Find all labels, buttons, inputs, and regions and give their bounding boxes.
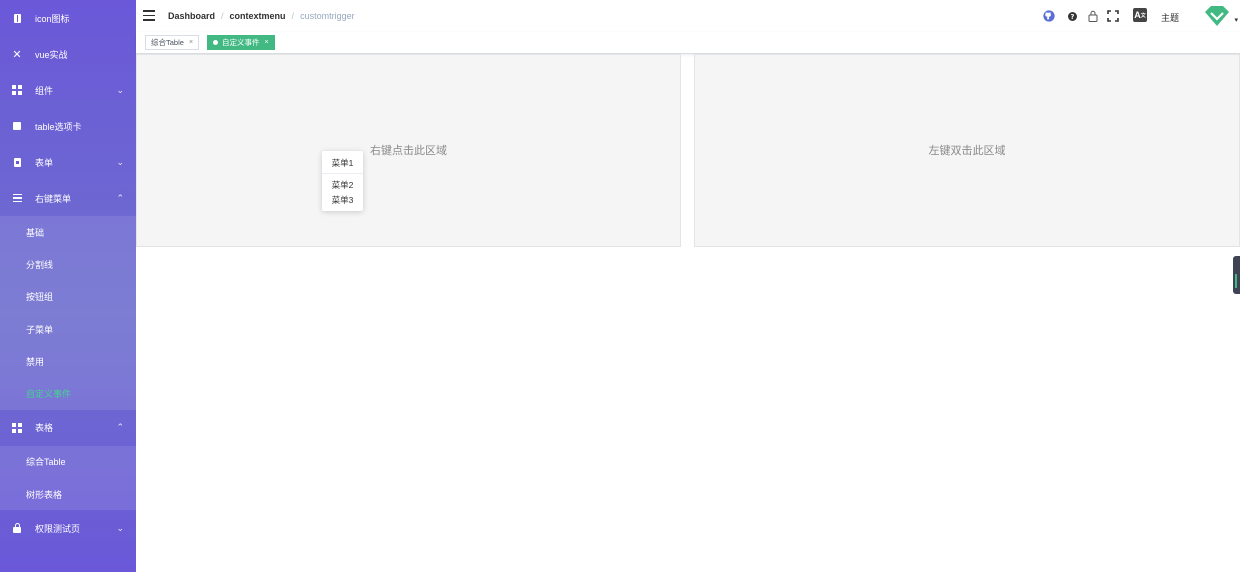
sidebar-item-label: 右键菜单 (35, 193, 72, 204)
submenu-item-disabled[interactable]: 禁用 (0, 345, 136, 377)
breadcrumb-item[interactable]: contextmenu (230, 11, 286, 21)
sidebar-item-label: 组件 (35, 85, 54, 96)
submenu-item-tree-table[interactable]: 树形表格 (0, 478, 136, 510)
sidebar-item-label: table选项卡 (35, 121, 82, 132)
chevron-down-icon: ⌄ (116, 522, 124, 533)
tags-view: 综合Table × 自定义事件 × (136, 32, 1240, 54)
submenu-item-complex-table[interactable]: 综合Table (0, 446, 136, 478)
sidebar-item-label: 表单 (35, 157, 54, 168)
close-icon[interactable]: × (189, 39, 193, 46)
sidebar-item-vue[interactable]: ✕ vue实战 (0, 36, 136, 72)
sidebar-item-label: 表格 (35, 423, 54, 434)
breadcrumb-separator: / (291, 11, 295, 21)
svg-text:?: ? (1071, 13, 1075, 21)
avatar[interactable] (1202, 4, 1232, 28)
chevron-up-icon: ⌃ (116, 422, 124, 433)
close-x-icon: ✕ (12, 48, 22, 61)
chevron-down-icon: ⌄ (116, 156, 124, 167)
tag-label: 综合Table (151, 38, 184, 47)
sidebar-item-label: 权限测试页 (35, 523, 81, 534)
table-submenu: 综合Table 树形表格 (0, 445, 136, 511)
chevron-up-icon: ⌃ (116, 192, 124, 203)
sidebar-item-icon[interactable]: icon图标 (0, 0, 136, 36)
tag-label: 自定义事件 (222, 38, 260, 47)
theme-label[interactable]: 主题 (1161, 11, 1179, 24)
grid-icon (12, 85, 22, 95)
lock-screen-icon[interactable] (1088, 10, 1098, 22)
sidebar: icon图标 ✕ vue实战 组件 ⌄ table选项卡 表单 ⌄ 右键菜单 ⌃… (0, 0, 136, 572)
context-menu-item[interactable]: 菜单2 (322, 179, 363, 191)
help-icon[interactable]: ? (1068, 12, 1077, 21)
close-icon[interactable]: × (265, 39, 269, 46)
context-menu-divider (322, 173, 363, 174)
square-icon (12, 121, 22, 131)
sidebar-item-contextmenu[interactable]: 右键菜单 ⌃ (0, 180, 136, 216)
settings-drawer-handle[interactable] (1233, 256, 1240, 294)
sidebar-item-permission[interactable]: 权限测试页 ⌄ (0, 510, 136, 546)
context-menu-item[interactable]: 菜单1 (322, 157, 363, 169)
contextmenu-submenu: 基础 分割线 按钮组 子菜单 禁用 自定义事件 (0, 216, 136, 410)
breadcrumb-separator: / (221, 11, 224, 21)
breadcrumb-current: customtrigger (300, 11, 355, 21)
sidebar-item-label: vue实战 (35, 49, 68, 60)
context-menu-item[interactable]: 菜单3 (322, 194, 363, 206)
lock-icon (12, 522, 22, 533)
grid-icon (12, 422, 22, 433)
hamburger-icon[interactable] (143, 10, 155, 21)
sidebar-item-form[interactable]: 表单 ⌄ (0, 144, 136, 180)
chevron-down-icon: ⌄ (116, 84, 124, 95)
submenu-item-basic[interactable]: 基础 (0, 216, 136, 248)
right-click-area-text: 右键点击此区域 (370, 144, 447, 157)
right-click-area[interactable]: 右键点击此区域 (136, 54, 681, 247)
book-icon (12, 13, 22, 23)
double-click-area[interactable]: 左键双击此区域 (694, 54, 1240, 247)
double-click-area-text: 左键双击此区域 (928, 144, 1006, 157)
right-menu: ? A文 主题 ▾ (1040, 0, 1240, 32)
list-icon (12, 193, 22, 203)
breadcrumb: Dashboard / contextmenu / customtrigger (168, 11, 355, 21)
sidebar-item-components[interactable]: 组件 ⌄ (0, 72, 136, 108)
github-icon[interactable] (1043, 10, 1055, 22)
sidebar-item-table-tabs[interactable]: table选项卡 (0, 108, 136, 144)
tag-custom-event[interactable]: 自定义事件 × (207, 35, 275, 50)
submenu-item-divider[interactable]: 分割线 (0, 248, 136, 280)
submenu-item-submenu[interactable]: 子菜单 (0, 313, 136, 345)
submenu-item-custom-event[interactable]: 自定义事件 (0, 377, 136, 409)
fullscreen-icon[interactable] (1107, 10, 1119, 22)
caret-down-icon[interactable]: ▾ (1234, 16, 1238, 24)
active-dot-icon (213, 40, 218, 45)
navbar: Dashboard / contextmenu / customtrigger … (136, 0, 1240, 32)
context-menu: 菜单1 菜单2 菜单3 (322, 151, 363, 211)
tag-complex-table[interactable]: 综合Table × (145, 35, 200, 50)
submenu-item-button-group[interactable]: 按钮组 (0, 281, 136, 313)
language-icon[interactable]: A文 (1133, 8, 1147, 22)
sidebar-item-table[interactable]: 表格 ⌃ (0, 410, 136, 446)
document-icon (12, 157, 22, 167)
breadcrumb-item[interactable]: Dashboard (168, 11, 215, 21)
sidebar-item-label: icon图标 (35, 13, 70, 24)
